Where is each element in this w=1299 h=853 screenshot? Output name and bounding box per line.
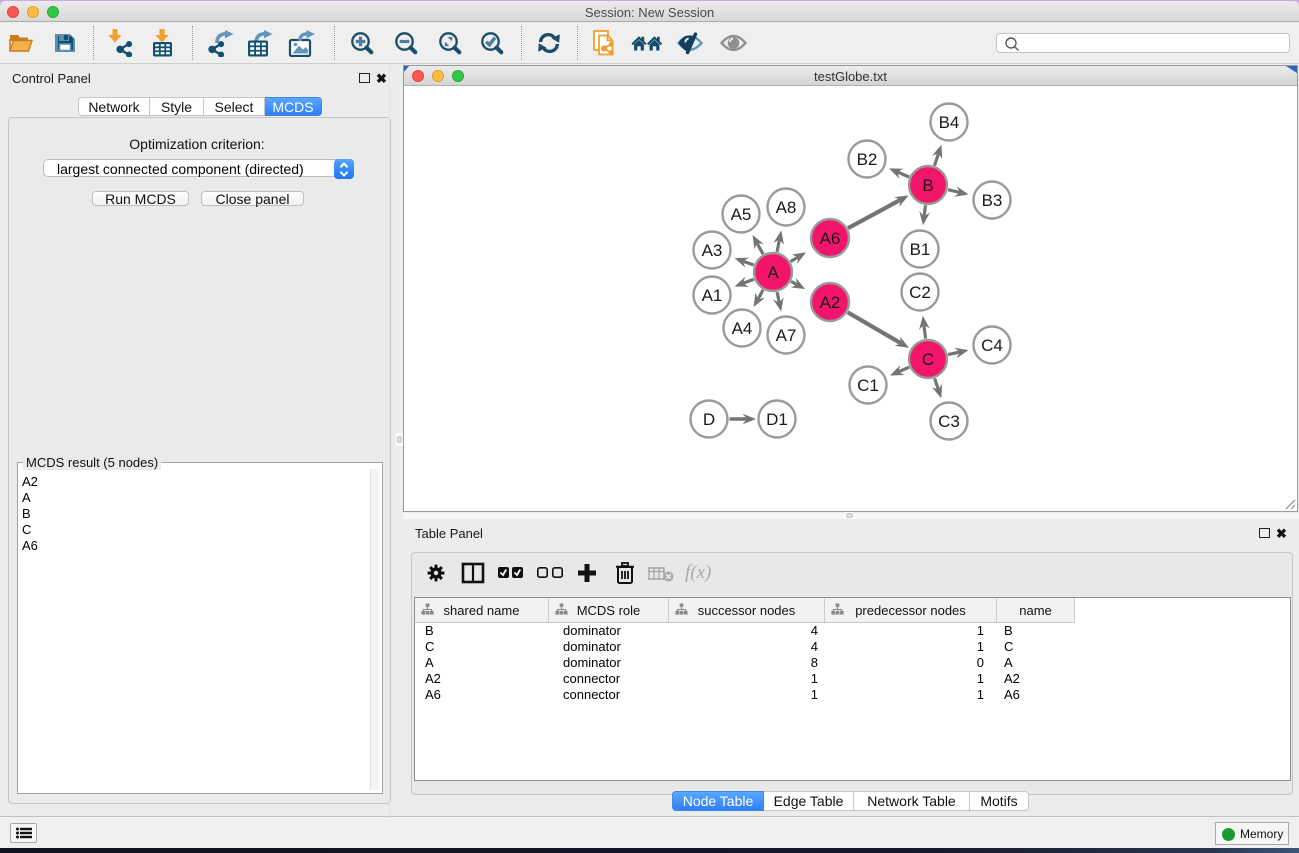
svg-text:B2: B2 (857, 150, 878, 169)
svg-text:B3: B3 (982, 191, 1003, 210)
svg-text:A8: A8 (776, 198, 797, 217)
svg-text:C4: C4 (981, 336, 1003, 355)
svg-text:B4: B4 (939, 113, 960, 132)
svg-text:A6: A6 (820, 229, 841, 248)
svg-text:A2: A2 (820, 293, 841, 312)
svg-text:A4: A4 (732, 319, 753, 338)
svg-text:C1: C1 (857, 376, 879, 395)
svg-text:D1: D1 (766, 410, 788, 429)
svg-text:D: D (703, 410, 715, 429)
svg-text:A1: A1 (702, 286, 723, 305)
svg-text:C3: C3 (938, 412, 960, 431)
svg-text:C: C (922, 350, 934, 369)
svg-text:A3: A3 (702, 241, 723, 260)
svg-text:A5: A5 (731, 205, 752, 224)
svg-text:A: A (767, 263, 779, 282)
svg-text:C2: C2 (909, 283, 931, 302)
svg-text:A7: A7 (776, 326, 797, 345)
svg-text:B: B (922, 176, 933, 195)
svg-text:B1: B1 (910, 240, 931, 259)
